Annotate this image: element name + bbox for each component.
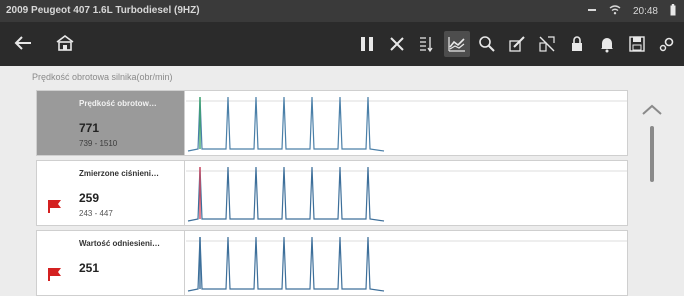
home-icon[interactable]	[52, 30, 78, 56]
status-bar: 2009 Peugeot 407 1.6L Turbodiesel (9HZ) …	[0, 0, 684, 22]
settings-icon[interactable]	[654, 31, 680, 57]
pid-name: Zmierzone ciśnieni…	[79, 169, 160, 178]
back-arrow-icon[interactable]	[10, 30, 36, 56]
trace-line	[187, 96, 385, 152]
edit-icon[interactable]	[504, 31, 530, 57]
graph-row[interactable]: Zmierzone ciśnieni… 259 243 - 447	[36, 160, 628, 226]
filter-icon[interactable]	[534, 31, 560, 57]
chevron-up-icon	[642, 104, 662, 115]
scrollbar-thumb	[650, 126, 654, 182]
scroll-control[interactable]	[637, 96, 667, 196]
pause-icon[interactable]	[354, 31, 380, 57]
graph-label-cell: Zmierzone ciśnieni… 259 243 - 447	[37, 161, 185, 225]
graph-plot[interactable]	[186, 161, 627, 225]
trace-line	[187, 236, 385, 292]
minus-icon	[587, 5, 597, 18]
close-icon[interactable]	[384, 31, 410, 57]
toolbar	[0, 22, 684, 66]
lock-icon[interactable]	[564, 31, 590, 57]
graph-list: Prędkość obrotowa silnika(obr/min) Prędk…	[0, 66, 684, 296]
pid-name: Wartość odniesieni…	[79, 239, 161, 248]
flag-icon	[47, 267, 63, 286]
pid-value: 771	[79, 121, 100, 135]
pid-range: 739 - 1510	[79, 139, 118, 148]
trace-line	[187, 166, 385, 222]
vehicle-title: 2009 Peugeot 407 1.6L Turbodiesel (9HZ)	[6, 5, 200, 16]
clock-time: 20:48	[632, 6, 658, 17]
save-icon[interactable]	[624, 31, 650, 57]
zoom-icon[interactable]	[474, 31, 500, 57]
pid-name: Prędkość obrotow…	[79, 99, 157, 108]
pid-list-icon[interactable]	[414, 31, 440, 57]
pid-value: 259	[79, 191, 100, 205]
bell-icon[interactable]	[594, 31, 620, 57]
graph-row[interactable]: Wartość odniesieni… 251	[36, 230, 628, 296]
wifi-icon	[609, 5, 621, 18]
graph-label-cell: Wartość odniesieni… 251	[37, 231, 185, 295]
graph-plot[interactable]	[186, 91, 627, 155]
graph-row[interactable]: Prędkość obrotow… 771 739 - 1510	[36, 90, 628, 156]
battery-icon	[670, 4, 676, 19]
graph-label-cell: Prędkość obrotow… 771 739 - 1510	[37, 91, 185, 155]
graph-plot[interactable]	[186, 231, 627, 295]
pid-range: 243 - 447	[79, 209, 113, 218]
pid-header: Prędkość obrotowa silnika(obr/min)	[32, 72, 173, 82]
flag-icon	[47, 199, 63, 218]
pid-value: 251	[79, 261, 100, 275]
graph-view-icon[interactable]	[444, 31, 470, 57]
